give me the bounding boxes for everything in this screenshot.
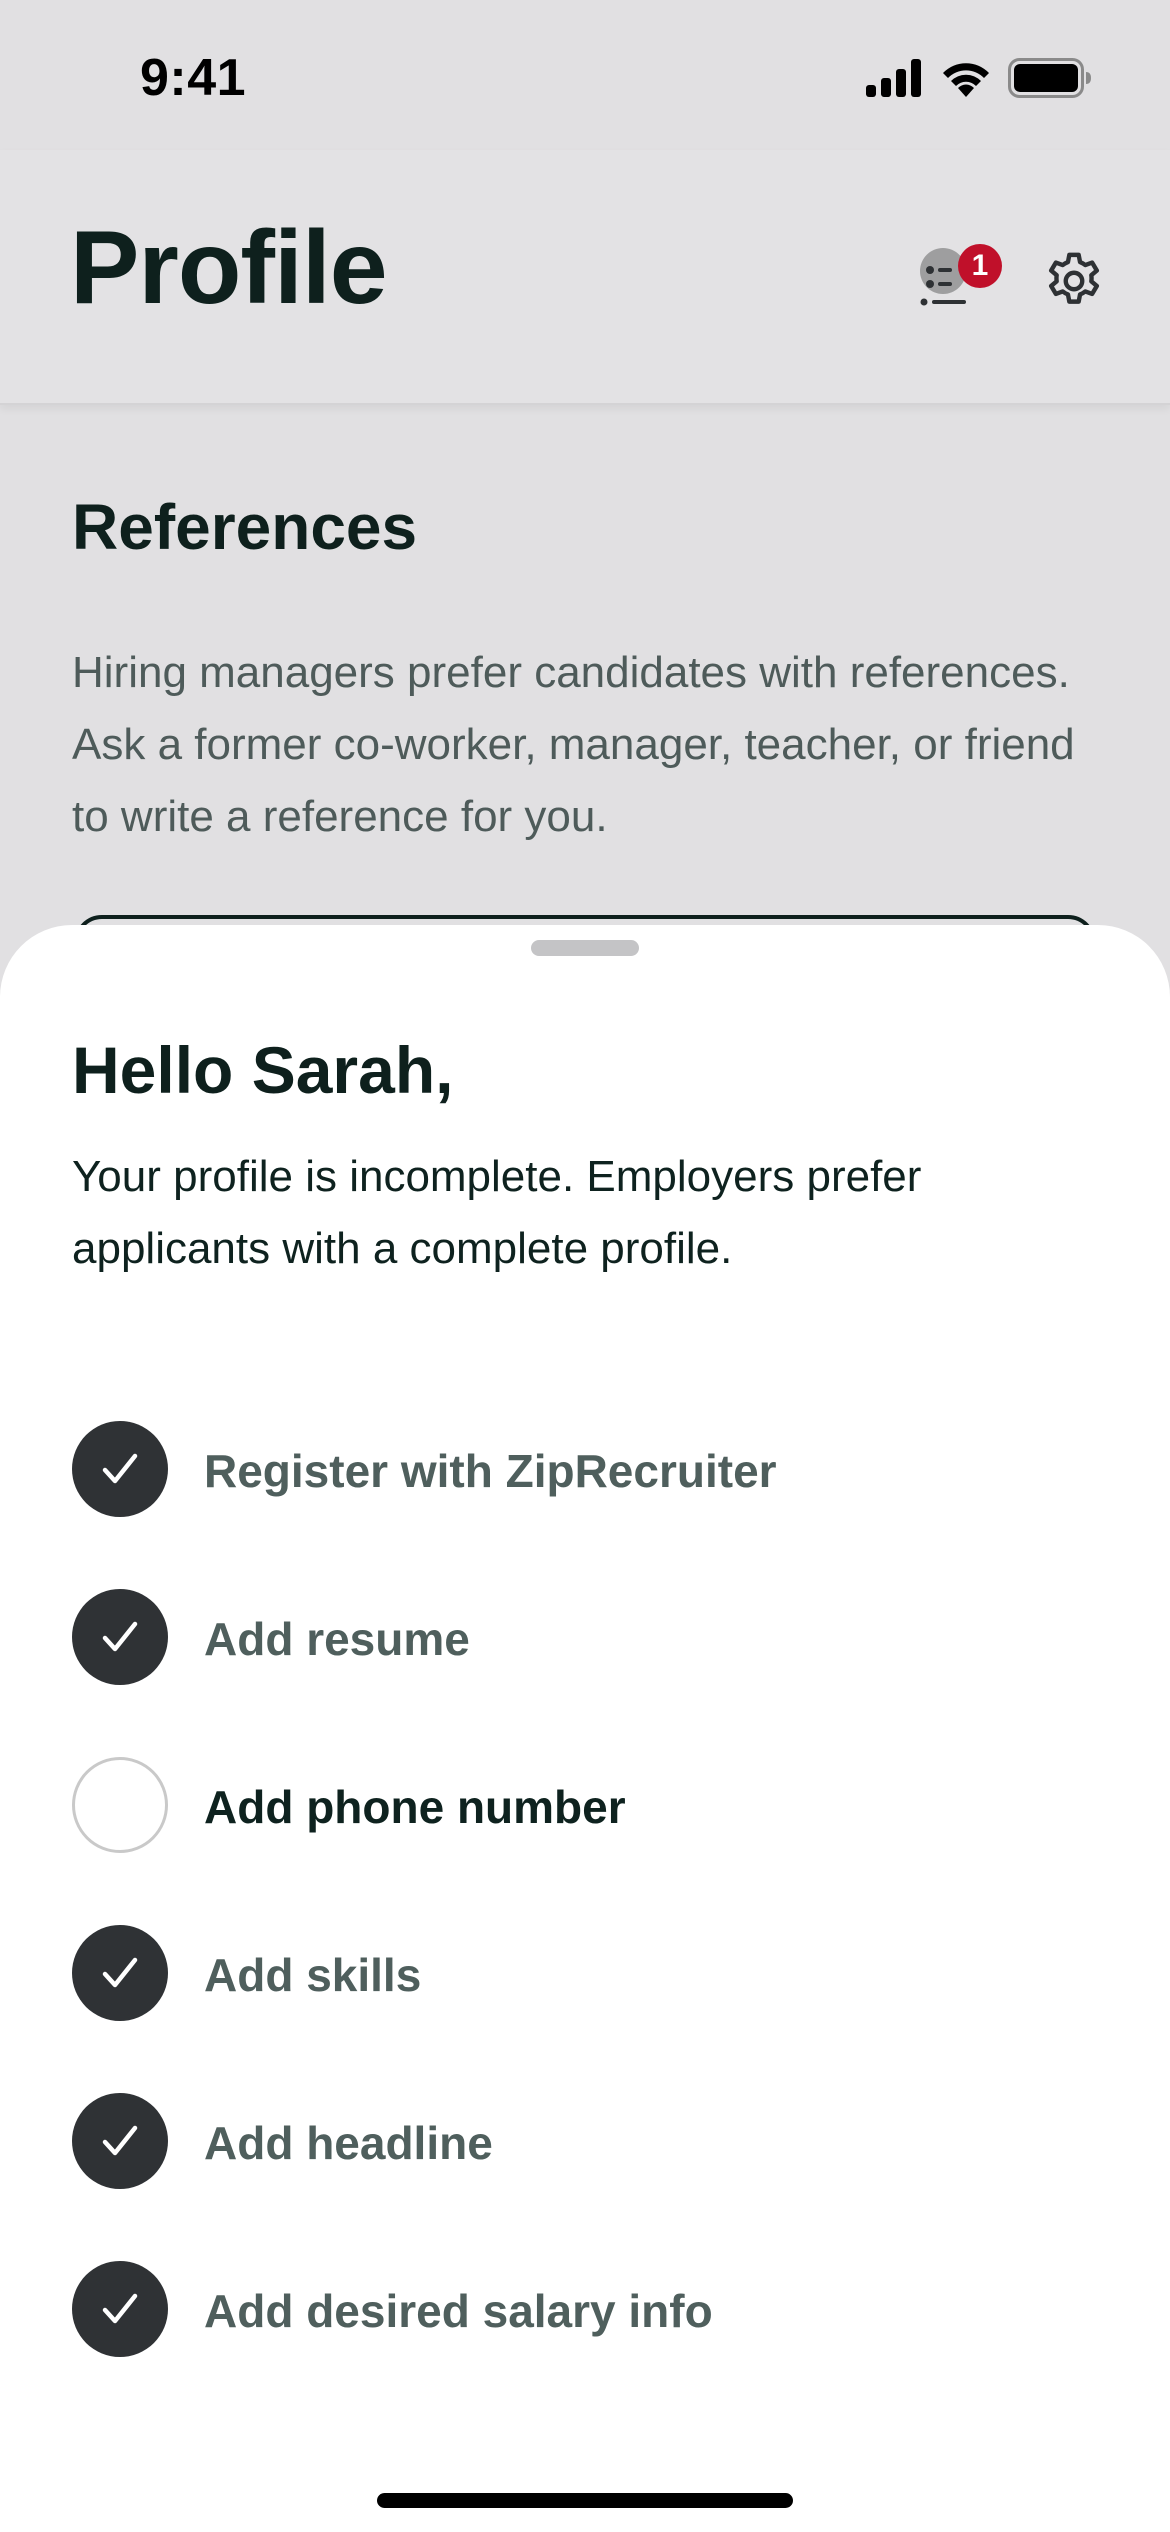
checklist-item-salary[interactable]: Add desired salary info (72, 2225, 1102, 2393)
checklist-item-label: Add phone number (204, 1781, 626, 1833)
greeting-subtitle: Your profile is incomplete. Employers pr… (72, 1152, 922, 1273)
checklist-item-label: Register with ZipRecruiter (204, 1445, 777, 1497)
settings-button[interactable] (1038, 245, 1110, 317)
profile-checklist-button[interactable]: 1 (886, 222, 1002, 318)
check-circle (72, 1589, 168, 1685)
sheet-drag-handle[interactable] (531, 940, 639, 956)
checklist-item-label: Add skills (204, 1949, 422, 2001)
check-circle (72, 1421, 168, 1517)
checklist-item-label: Add desired salary info (204, 2285, 713, 2337)
battery-icon (1008, 58, 1092, 98)
checklist-item-label: Add resume (204, 1613, 470, 1665)
check-circle (72, 1925, 168, 2021)
status-time: 9:41 (140, 49, 247, 107)
greeting-title: Hello Sarah, (72, 1033, 454, 1107)
checklist-item-headline[interactable]: Add headline (72, 2057, 1102, 2225)
references-title: References (72, 491, 418, 563)
check-circle (72, 2093, 168, 2189)
checklist-item-label: Add headline (204, 2117, 493, 2169)
profile-completion-sheet: Hello Sarah, Your profile is incomplete.… (0, 925, 1170, 2532)
checklist-item-phone[interactable]: Add phone number (72, 1721, 1102, 1889)
checkmark-icon (102, 1957, 138, 1988)
references-description: Hiring managers prefer candidates with r… (72, 648, 1075, 841)
notification-badge: 1 (958, 244, 1002, 288)
checklist-item-register[interactable]: Register with ZipRecruiter (72, 1385, 1102, 1553)
checkmark-icon (102, 1453, 138, 1484)
header: Profile 1 (0, 150, 1170, 405)
check-circle (72, 1757, 168, 1853)
checklist-item-skills[interactable]: Add skills (72, 1889, 1102, 2057)
cellular-signal-icon (866, 59, 924, 97)
page-title: Profile (70, 210, 388, 326)
checklist-item-resume[interactable]: Add resume (72, 1553, 1102, 1721)
gear-icon (1048, 252, 1100, 304)
profile-checklist: Register with ZipRecruiter Add resume Ad… (72, 1385, 1102, 2393)
status-icons (866, 56, 1092, 100)
check-circle (72, 2261, 168, 2357)
checkmark-icon (102, 2125, 138, 2156)
checkmark-icon (102, 2293, 138, 2324)
wifi-icon (940, 59, 992, 97)
checkmark-icon (102, 1621, 138, 1652)
home-indicator (377, 2493, 793, 2508)
header-actions: 1 (886, 222, 1110, 318)
status-bar: 9:41 (0, 0, 1170, 150)
profile-screen: 9:41 Profile 1 References Hiring manager… (0, 0, 1170, 2532)
